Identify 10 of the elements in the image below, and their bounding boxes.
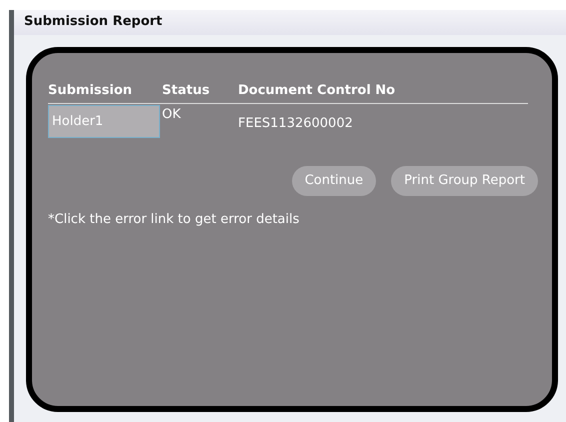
column-header: Status	[162, 82, 211, 100]
table-cell-text: FEES1132600002	[238, 115, 353, 133]
continue-button[interactable]: Continue	[292, 166, 376, 196]
column-header: Submission	[48, 82, 134, 100]
submission-cell[interactable]: Holder1	[48, 105, 160, 138]
window-title: Submission Report	[14, 10, 566, 34]
status-cell-text: OK	[161, 106, 182, 124]
column-header: Document Control No	[238, 82, 396, 100]
print-report-button[interactable]: Print Group Report	[391, 166, 538, 196]
hint-text: *Click the error link to get error details	[48, 210, 300, 228]
